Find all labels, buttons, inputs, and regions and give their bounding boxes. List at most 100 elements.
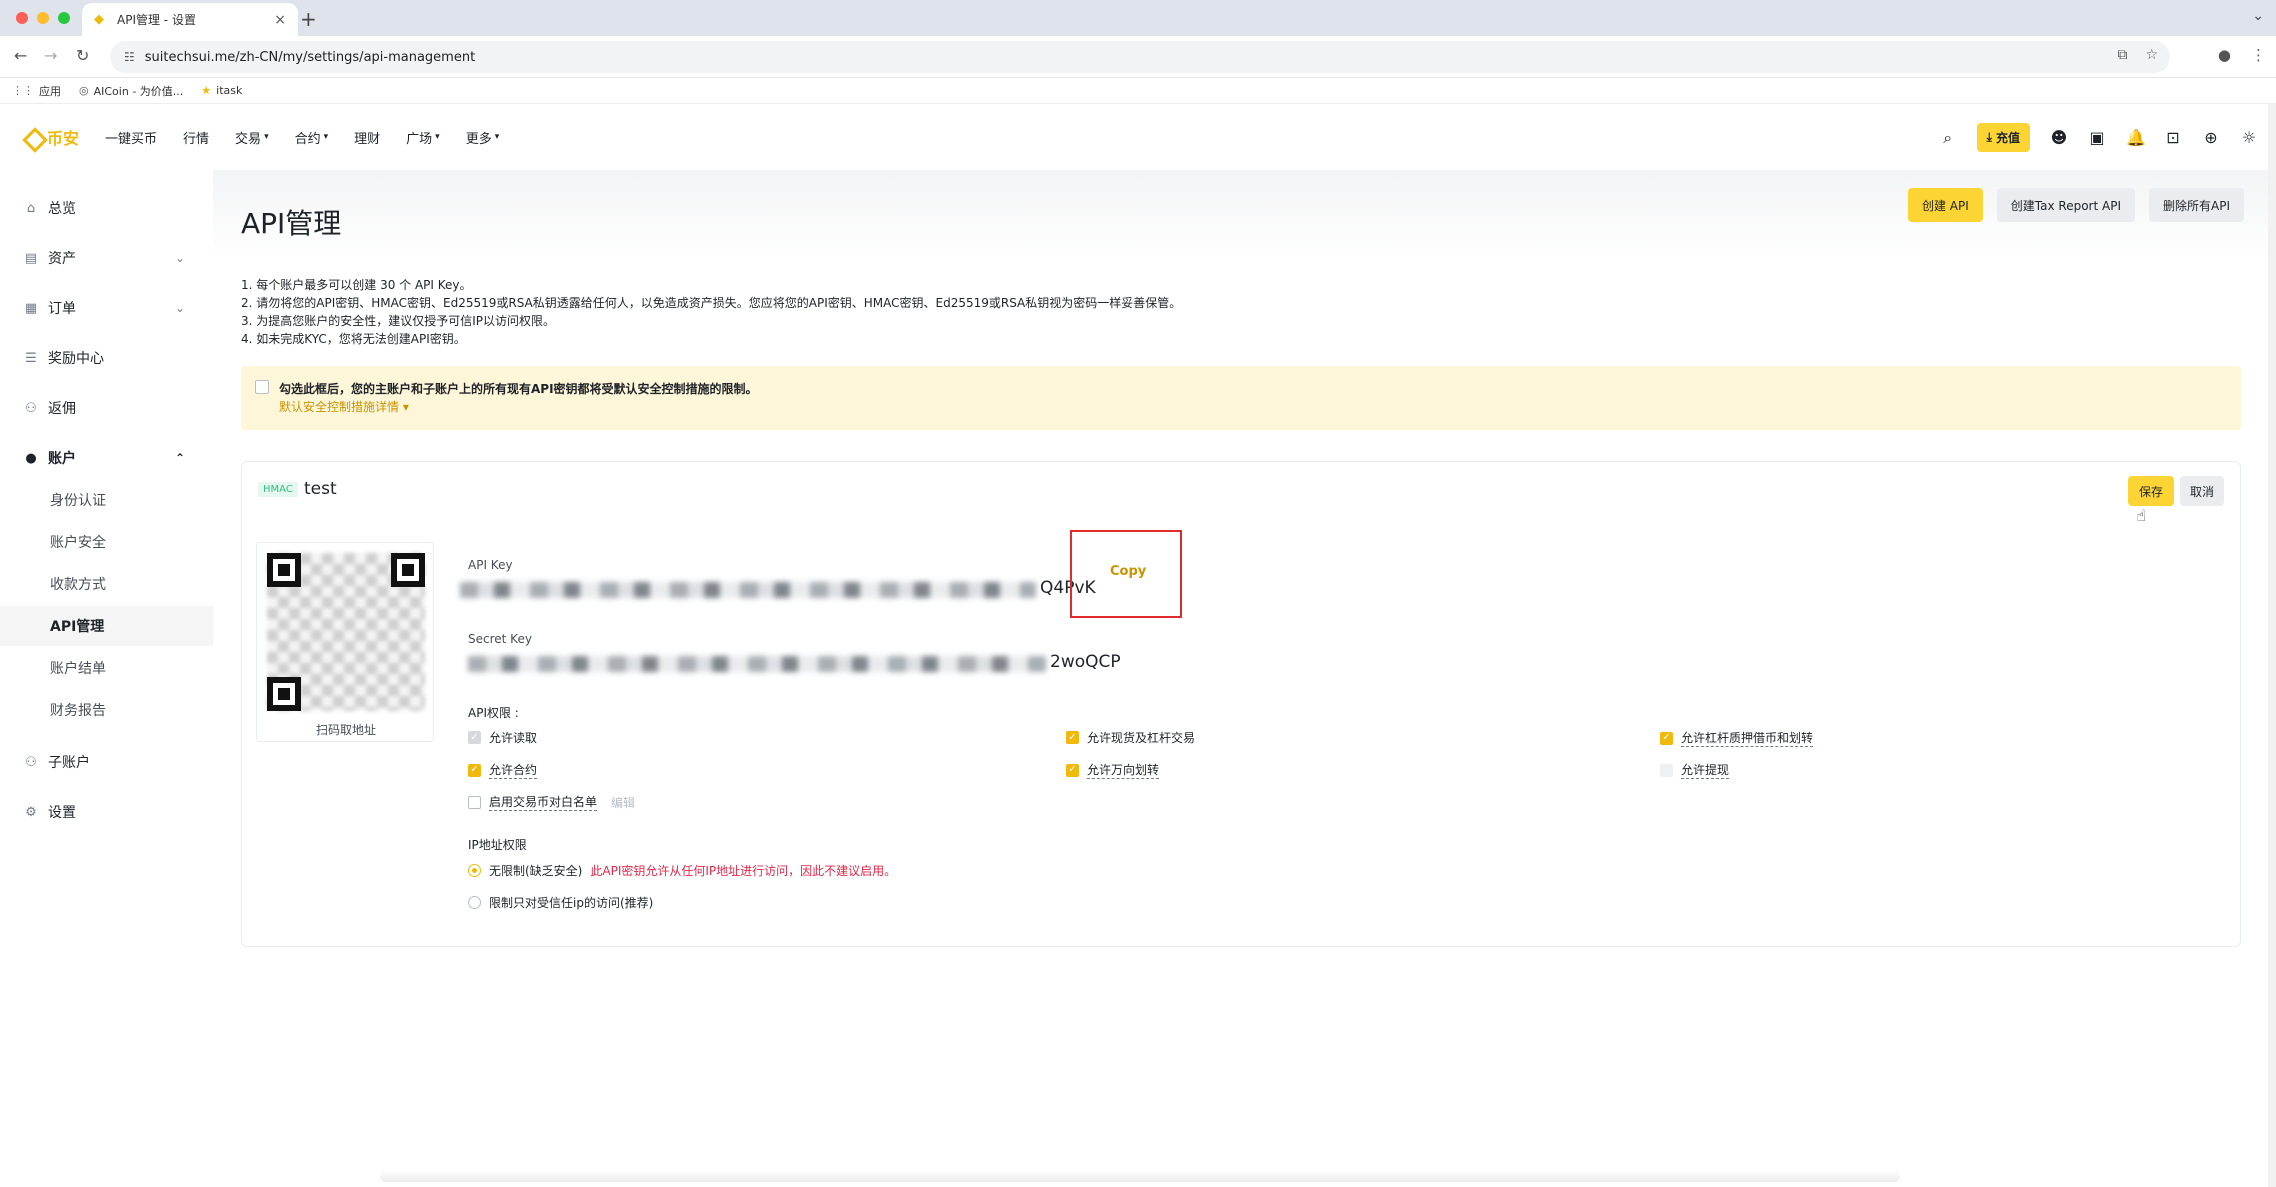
nav-square[interactable]: 广场 ▾ (406, 128, 440, 147)
nav-earn[interactable]: 理财 (354, 128, 380, 147)
close-icon[interactable]: × (274, 12, 286, 28)
chevron-up-icon: ⌃ (174, 451, 185, 465)
nav-buy-crypto[interactable]: 一键买币 (105, 128, 157, 147)
sidebar-sub-statements[interactable]: 账户结单 (0, 648, 213, 688)
whitelist-edit-link[interactable]: 编辑 (611, 794, 635, 811)
note-line: 4. 如未完成KYC，您将无法创建API密钥。 (241, 332, 466, 346)
perm-margin-loan[interactable]: ✓ 允许杠杆质押借币和划转 (1660, 729, 1814, 747)
apps-grid-icon: ⋮⋮ (12, 84, 34, 97)
api-key-label: API Key (468, 558, 513, 572)
chevron-down-icon[interactable]: ⌄ (2252, 8, 2264, 24)
api-key-masked (460, 582, 1036, 598)
language-globe-icon[interactable]: ⊕ (2202, 128, 2220, 147)
forward-icon[interactable]: → (44, 46, 57, 65)
delete-all-api-button[interactable]: 删除所有API (2149, 188, 2244, 222)
bookmark-itask[interactable]: ★ itask (201, 84, 242, 97)
download-app-icon[interactable]: ⊡ (2164, 128, 2182, 147)
sidebar-item-rewards[interactable]: ☰ 奖励中心 (0, 336, 213, 380)
add-user-icon: ⚇ (25, 400, 37, 416)
qr-finder-icon (391, 553, 425, 587)
nav-futures[interactable]: 合约 ▾ (295, 128, 329, 147)
qr-finder-icon (267, 553, 301, 587)
cancel-button[interactable]: 取消 (2180, 476, 2224, 506)
reload-icon[interactable]: ↻ (76, 46, 89, 65)
sidebar-sub-api-management[interactable]: API管理 (0, 606, 213, 646)
sidebar-item-assets[interactable]: ▤ 资产 ⌄ (0, 236, 213, 280)
browser-tab[interactable]: ◆ API管理 - 设置 × (82, 3, 298, 36)
deposit-button[interactable]: ⤓ 充值 (1976, 123, 2030, 152)
perm-withdraw[interactable]: 允许提现 (1660, 761, 1730, 779)
bookmark-apps[interactable]: ⋮⋮ 应用 (12, 83, 61, 99)
checkbox-checked: ✓ (1660, 731, 1673, 745)
ip-restricted-option[interactable]: 限制只对受信任ip的访问(推荐) (468, 894, 653, 911)
app-header: 币安 一键买币 行情 交易 ▾ 合约 ▾ 理财 广场 ▾ 更多 ▾ ⌕ ⤓ 充值 ☻ ▣ … (0, 104, 2276, 170)
main-content: API管理 创建 API 创建Tax Report API 删除所有API 1.… (213, 170, 2276, 1187)
address-bar[interactable]: ☷ suitechsui.me/zh-CN/my/settings/api-ma… (110, 41, 2170, 73)
sidebar-sub-security[interactable]: 账户安全 (0, 522, 213, 562)
page-actions: 创建 API 创建Tax Report API 删除所有API (1907, 188, 2244, 222)
sidebar-item-account[interactable]: ● 账户 ⌃ (0, 436, 213, 480)
chevron-down-icon: ▾ (494, 132, 500, 142)
tab-title: API管理 - 设置 (117, 13, 196, 27)
bell-icon[interactable]: 🔔 (2126, 128, 2146, 147)
default-security-warning: 勾选此框后，您的主账户和子账户上的所有现有API密钥都将受默认安全控制措施的限制… (241, 366, 2241, 430)
bookmark-aicoin[interactable]: ◎ AICoin - 为价值... (79, 83, 183, 99)
sidebar-item-settings[interactable]: ⚙ 设置 (0, 790, 213, 834)
nav-trade[interactable]: 交易 ▾ (235, 128, 269, 147)
horizontal-scrollbar[interactable] (380, 1170, 1900, 1182)
security-details-link[interactable]: 默认安全控制措施详情 ▾ (279, 398, 409, 415)
create-api-button[interactable]: 创建 API (1907, 188, 1983, 222)
nav-markets[interactable]: 行情 (183, 128, 209, 147)
create-tax-api-button[interactable]: 创建Tax Report API (1996, 188, 2135, 222)
perm-whitelist[interactable]: 启用交易币对白名单 编辑 (468, 793, 635, 811)
perm-futures[interactable]: ✓ 允许合约 (468, 761, 538, 779)
back-icon[interactable]: ← (14, 46, 27, 65)
theme-toggle-icon[interactable]: ☼ (2240, 128, 2258, 147)
bookmark-star-icon[interactable]: ☆ (2145, 47, 2158, 63)
api-key-card: HMAC test 保存 取消 ☝ 扫码取地址 API Key Q4PvK Co… (241, 461, 2241, 947)
warning-text: 勾选此框后，您的主账户和子账户上的所有现有API密钥都将受默认安全控制措施的限制… (279, 382, 758, 396)
checkbox-checked: ✓ (1066, 731, 1079, 744)
radio-selected (468, 864, 481, 877)
chevron-down-icon: ▾ (402, 400, 409, 414)
wallet-icon[interactable]: ▣ (2088, 128, 2106, 147)
chevron-down-icon: ▾ (435, 132, 440, 142)
qr-code-panel: 扫码取地址 (256, 542, 434, 742)
ip-unrestricted-warning: 此API密钥允许从任何IP地址进行访问，因此不建议启用。 (590, 864, 897, 878)
binance-logo[interactable]: 币安 (22, 125, 79, 149)
api-notes: 1. 每个账户最多可以创建 30 个 API Key。 2. 请勿将您的API密… (241, 276, 1181, 348)
orders-icon: ▦ (24, 300, 38, 316)
api-permissions-title: API权限 : (468, 706, 519, 720)
profile-icon[interactable]: ● (2218, 46, 2231, 64)
sidebar-sub-identification[interactable]: 身份认证 (0, 480, 213, 520)
sidebar-item-subaccount[interactable]: ⚇ 子账户 (0, 740, 213, 784)
copy-button[interactable]: Copy (1110, 564, 1146, 579)
sidebar-sub-payment[interactable]: 收款方式 (0, 564, 213, 604)
sidebar-item-orders[interactable]: ▦ 订单 ⌄ (0, 286, 213, 330)
default-security-checkbox[interactable] (255, 380, 269, 394)
window-minimize-button[interactable] (37, 12, 49, 24)
secret-key-label: Secret Key (468, 632, 532, 646)
site-info-icon[interactable]: ☷ (124, 50, 135, 64)
browser-menu-icon[interactable]: ⋮ (2251, 46, 2266, 64)
open-external-icon[interactable]: ⧉ (2117, 47, 2127, 63)
perm-read[interactable]: ✓ 允许读取 (468, 729, 537, 746)
ip-unrestricted-option[interactable]: 无限制(缺乏安全) 此API密钥允许从任何IP地址进行访问，因此不建议启用。 (468, 862, 896, 879)
sidebar-item-overview[interactable]: ⌂ 总览 (0, 186, 213, 230)
home-icon: ⌂ (26, 200, 36, 216)
user-icon[interactable]: ☻ (2050, 128, 2068, 147)
vertical-scrollbar[interactable] (2268, 104, 2276, 1187)
sidebar-item-referral[interactable]: ⚇ 返佣 (0, 386, 213, 430)
sidebar-sub-reports[interactable]: 财务报告 (0, 690, 213, 730)
perm-spot-margin[interactable]: ✓ 允许现货及杠杆交易 (1066, 729, 1195, 746)
window-zoom-button[interactable] (58, 12, 70, 24)
search-icon[interactable]: ⌕ (1939, 128, 1957, 147)
window-close-button[interactable] (16, 12, 28, 24)
bookmarks-bar: ⋮⋮ 应用 ◎ AICoin - 为价值... ★ itask (0, 78, 2276, 104)
new-tab-icon[interactable]: + (300, 7, 317, 31)
nav-more[interactable]: 更多 ▾ (466, 128, 500, 147)
save-button[interactable]: 保存 (2128, 476, 2174, 506)
chevron-down-icon: ⌄ (174, 301, 185, 315)
perm-universal-transfer[interactable]: ✓ 允许万向划转 (1066, 761, 1160, 779)
secret-key-masked (468, 656, 1046, 672)
